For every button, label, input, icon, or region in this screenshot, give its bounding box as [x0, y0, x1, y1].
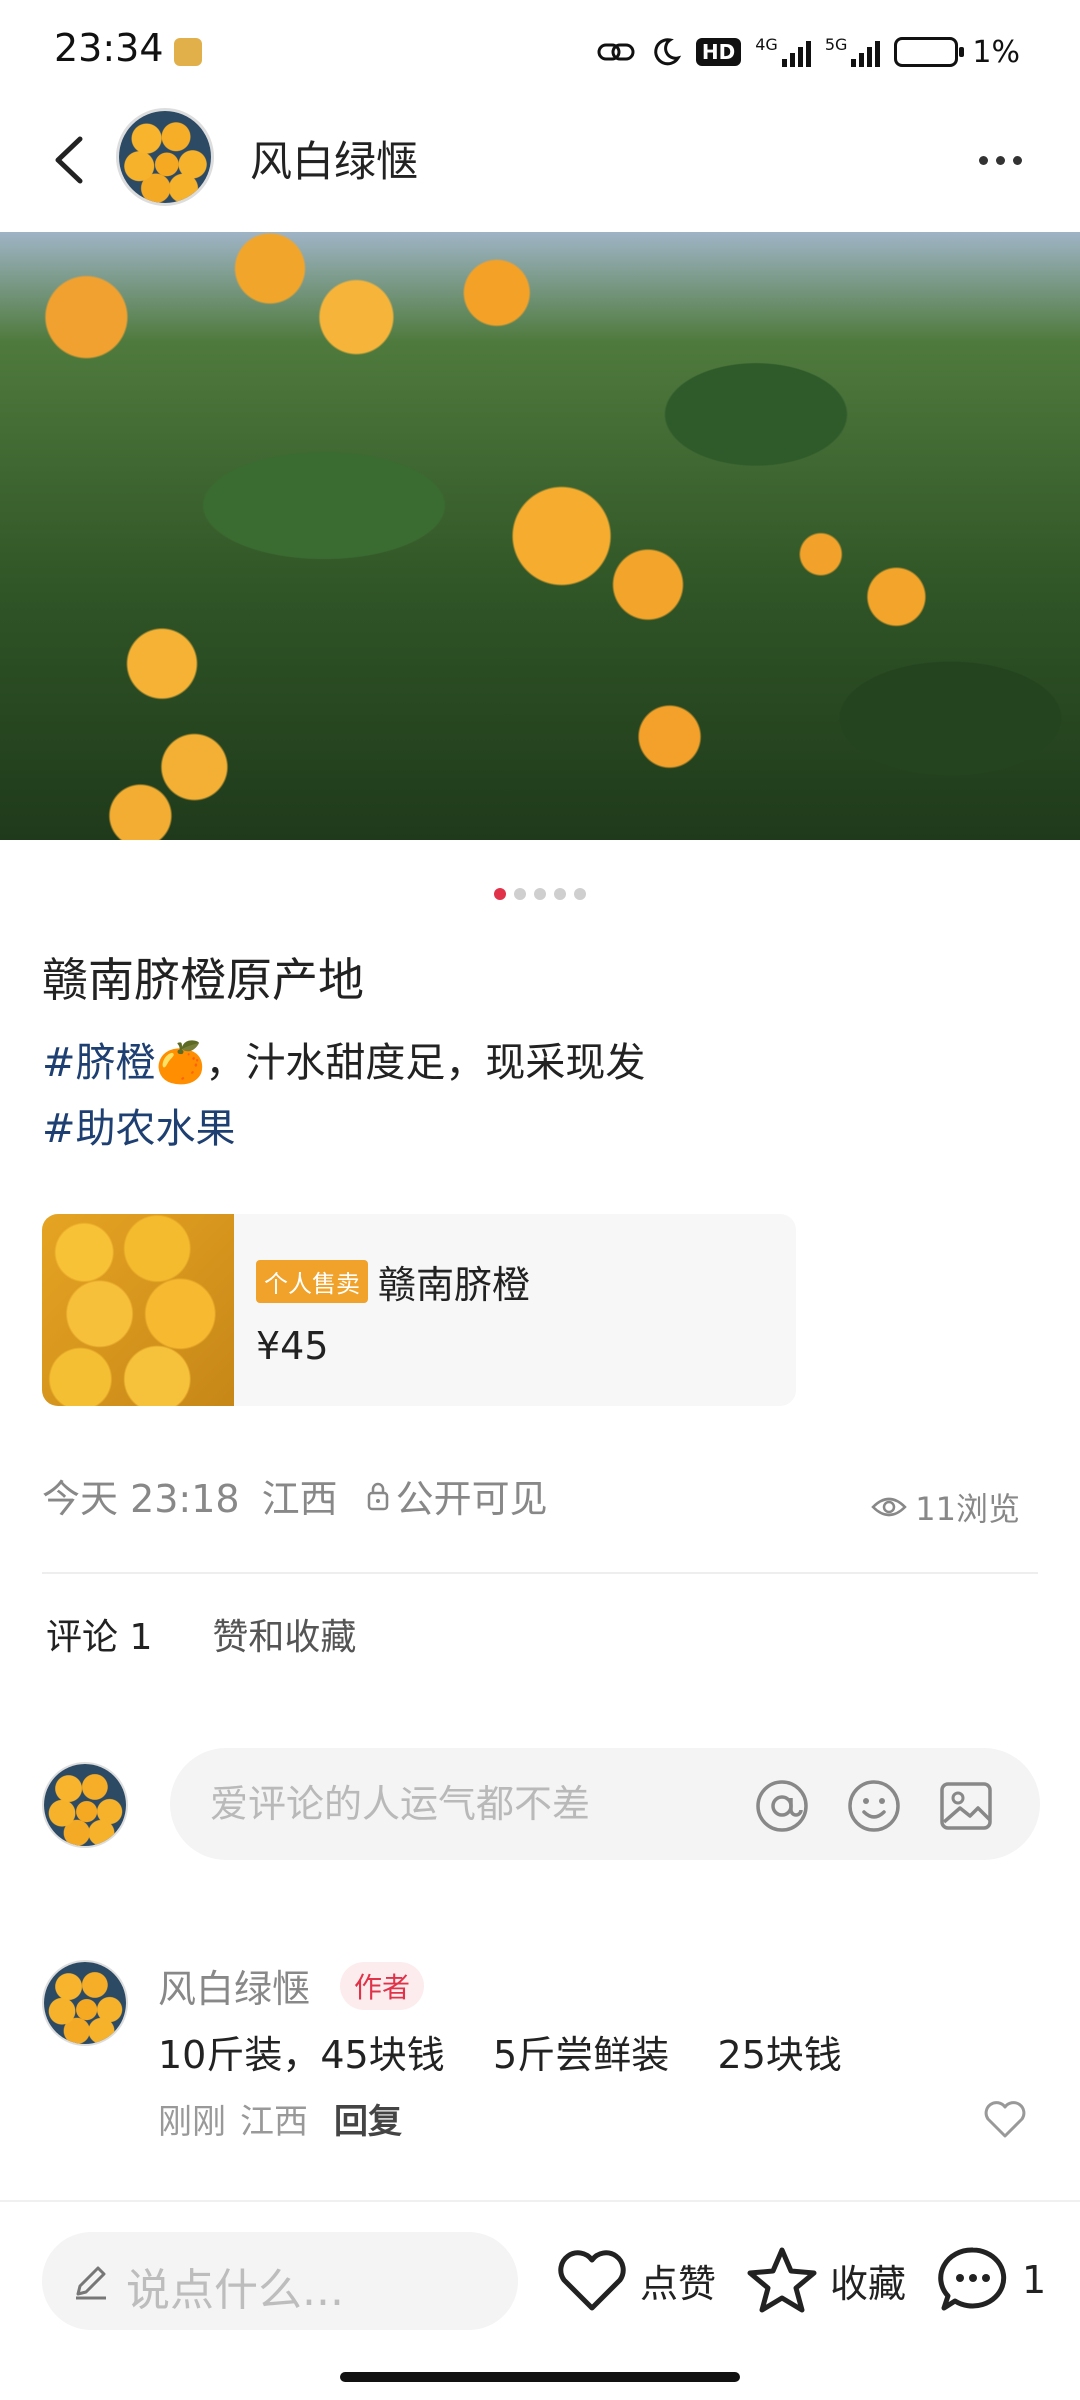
comment-input-box[interactable]	[170, 1748, 1040, 1860]
divider	[42, 1572, 1038, 1574]
comment-author-avatar[interactable]	[42, 1960, 128, 2046]
carousel-indicator	[0, 888, 1080, 900]
carousel-dot-active	[494, 888, 506, 900]
post-visibility: 公开可见	[366, 1468, 548, 1523]
author-name[interactable]: 风白绿惬	[250, 128, 418, 189]
author-avatar[interactable]	[116, 108, 214, 206]
collect-button[interactable]: 收藏	[746, 2240, 906, 2320]
status-bar: 23:34 HD 4G 5G 1%	[0, 0, 1080, 100]
status-icons: HD 4G 5G 1%	[596, 30, 1020, 74]
view-count: 11浏览	[871, 1484, 1020, 1530]
moon-icon	[654, 38, 682, 66]
like-button[interactable]: 点赞	[556, 2240, 716, 2320]
hashtag-farm-fruit[interactable]: #助农水果	[42, 1106, 236, 1152]
link-icon	[597, 43, 635, 61]
product-price: ¥45	[256, 1324, 329, 1368]
reply-button[interactable]: 回复	[334, 2094, 402, 2143]
network-5g-label: 5G	[824, 34, 848, 54]
say-placeholder: 说点什么...	[126, 2265, 344, 2316]
visibility-label: 公开可见	[395, 1477, 548, 1521]
current-user-avatar	[42, 1762, 128, 1848]
comment-time: 刚刚	[158, 2102, 226, 2142]
comment-tabs: 评论 1 赞和收藏	[46, 1608, 356, 1660]
more-button[interactable]	[960, 130, 1040, 190]
post-body-text: ，汁水甜度足，现采现发	[205, 1040, 646, 1086]
post-header: 风白绿惬	[0, 100, 1080, 230]
app-notification-icon	[174, 38, 202, 66]
like-label: 点赞	[640, 2261, 717, 2306]
status-time: 23:34	[54, 26, 164, 70]
comment-button[interactable]: 1	[936, 2240, 1046, 2320]
hashtag-navel-orange[interactable]: #脐橙🍊	[42, 1040, 205, 1086]
product-image	[42, 1214, 234, 1406]
collect-label: 收藏	[830, 2261, 907, 2306]
comment-author-name[interactable]: 风白绿惬	[158, 1958, 310, 2013]
comment-count: 1	[1022, 2258, 1047, 2302]
carousel-dot	[534, 888, 546, 900]
comment-location: 江西	[240, 2102, 308, 2142]
bottom-divider	[0, 2200, 1080, 2202]
back-button[interactable]	[30, 120, 110, 200]
signal-4g-icon	[781, 37, 811, 67]
carousel-dot	[514, 888, 526, 900]
post-meta: 今天 23:18 江西 公开可见	[42, 1468, 548, 1523]
post-location: 江西	[261, 1477, 338, 1521]
mention-icon[interactable]	[754, 1778, 810, 1834]
hd-badge: HD	[695, 38, 742, 66]
author-badge: 作者	[340, 1962, 425, 2010]
product-name: 赣南脐橙	[378, 1263, 531, 1307]
comment-bubble-icon	[938, 2247, 1007, 2311]
carousel-dot	[574, 888, 586, 900]
post-title: 赣南脐橙原产地	[42, 953, 364, 1007]
product-badge: 个人售卖	[256, 1260, 368, 1303]
battery-level: 1%	[972, 34, 1020, 70]
say-something-input[interactable]: 说点什么...	[42, 2232, 518, 2330]
star-icon	[747, 2247, 817, 2313]
eye-icon	[871, 1497, 908, 1517]
battery-icon	[894, 37, 965, 67]
avatar-image	[44, 1962, 126, 2044]
avatar-image	[44, 1764, 126, 1846]
comment-input[interactable]	[210, 1748, 730, 1860]
emoji-icon[interactable]	[846, 1778, 902, 1834]
avatar-image	[119, 111, 211, 203]
comment-text: 10斤装，45块钱 5斤尝鲜装 25块钱	[158, 2033, 842, 2077]
views-label: 11浏览	[915, 1490, 1020, 1528]
home-indicator[interactable]	[340, 2372, 740, 2382]
comment-meta: 刚刚 江西 回复	[158, 2094, 402, 2143]
post-body: #脐橙🍊，汁水甜度足，现采现发 #助农水果	[42, 1030, 1042, 1162]
post-time: 今天 23:18	[42, 1477, 240, 1521]
chevron-left-icon	[55, 136, 83, 184]
tab-comments[interactable]: 评论 1	[46, 1608, 152, 1660]
product-card[interactable]: 个人售卖 赣南脐橙 ¥45	[42, 1214, 796, 1406]
lock-icon	[367, 1482, 388, 1510]
tab-likes-collects[interactable]: 赞和收藏	[212, 1608, 356, 1660]
image-icon[interactable]	[938, 1778, 994, 1834]
comment-like-icon[interactable]	[980, 2094, 1030, 2144]
network-4g-label: 4G	[755, 34, 778, 54]
post-image-carousel[interactable]	[0, 232, 1080, 840]
heart-icon	[558, 2250, 626, 2311]
more-dots-icon	[978, 155, 988, 165]
signal-5g-icon	[851, 37, 881, 67]
pen-icon	[76, 2266, 106, 2300]
carousel-dot	[554, 888, 566, 900]
